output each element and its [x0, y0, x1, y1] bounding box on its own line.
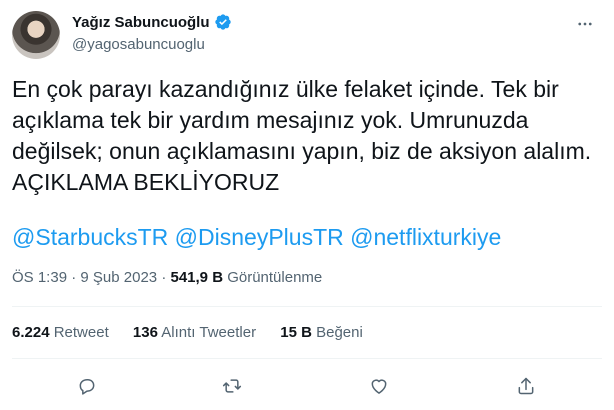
tweet-meta: ÖS 1:39 · 9 Şub 2023 · 541,9 B Görüntüle… — [12, 269, 322, 286]
author-handle[interactable]: @yagosabuncuoglu — [72, 36, 205, 53]
author-display-name[interactable]: Yağız Sabuncuoğlu — [72, 14, 210, 31]
tweet-text: En çok parayı kazandığınız ülke felaket … — [12, 76, 592, 195]
mention-link[interactable]: @DisneyPlusTR — [175, 224, 344, 250]
tweet-date[interactable]: 9 Şub 2023 — [80, 269, 157, 286]
views-count: 541,9 B — [170, 269, 224, 286]
retweet-button[interactable] — [218, 372, 246, 400]
likes-stat[interactable]: 15 B Beğeni — [280, 324, 363, 341]
tweet-mentions: @StarbucksTR @DisneyPlusTR @netflixturki… — [12, 222, 501, 253]
likes-label: Beğeni — [316, 324, 363, 341]
likes-count: 15 B — [280, 324, 312, 341]
meta-separator: · — [71, 269, 81, 286]
views-label: Görüntülenme — [227, 269, 323, 286]
retweet-icon — [222, 379, 242, 393]
more-icon — [578, 22, 592, 26]
retweets-label: Retweet — [53, 324, 109, 341]
mention-link[interactable]: @netflixturkiye — [350, 224, 501, 250]
tweet-stats: 6.224 Retweet 136 Alıntı Tweetler 15 B B… — [12, 324, 383, 341]
heart-icon — [371, 379, 387, 394]
tweet-card: Yağız Sabuncuoğlu @yagosabuncuoglu En ço… — [0, 0, 614, 410]
tweet-time[interactable]: ÖS 1:39 — [12, 269, 67, 286]
divider — [12, 358, 602, 359]
mention-link[interactable]: @StarbucksTR — [12, 224, 168, 250]
like-button[interactable] — [365, 372, 393, 400]
reply-button[interactable] — [73, 372, 101, 400]
author-name-row: Yağız Sabuncuoğlu — [72, 13, 232, 31]
avatar[interactable] — [12, 11, 60, 59]
quotes-label: Alıntı Tweetler — [161, 324, 257, 341]
verified-badge-icon — [214, 14, 231, 30]
divider — [12, 306, 602, 307]
quotes-count: 136 — [132, 324, 158, 341]
reply-icon — [79, 379, 95, 395]
retweets-stat[interactable]: 6.224 Retweet — [12, 324, 113, 341]
tweet-actions — [0, 366, 614, 406]
share-button[interactable] — [512, 372, 540, 400]
more-button[interactable] — [570, 12, 600, 36]
quotes-stat[interactable]: 136 Alıntı Tweetler — [133, 324, 260, 341]
retweets-count: 6.224 — [12, 324, 50, 341]
share-icon — [518, 377, 534, 395]
